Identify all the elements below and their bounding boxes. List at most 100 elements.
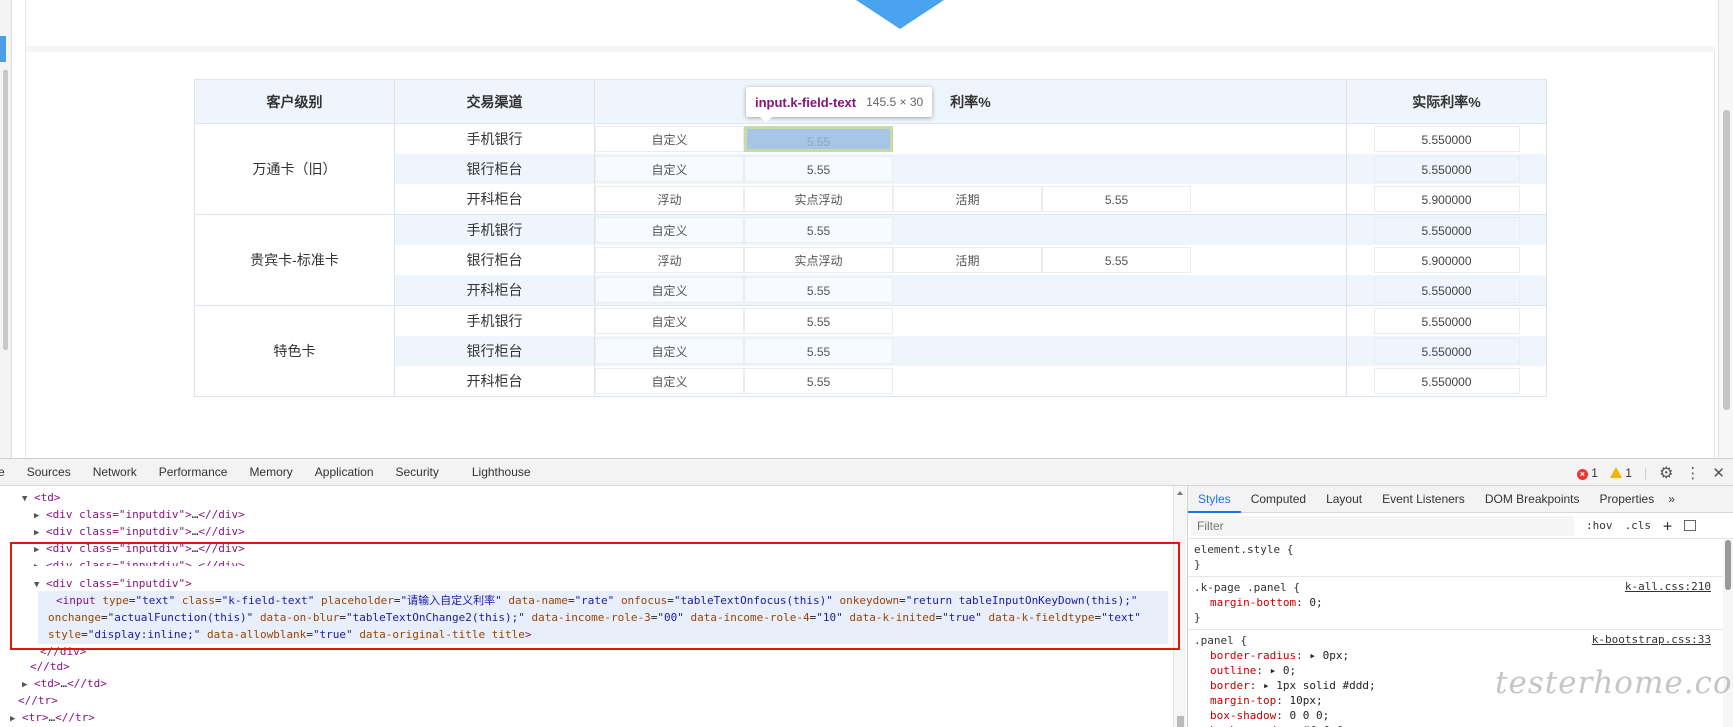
- rate-type-field[interactable]: 自定义: [595, 217, 744, 243]
- rate-value-field[interactable]: 5.55: [744, 156, 893, 182]
- element-style-rule: element.style { }: [1188, 539, 1733, 577]
- tab-dom-breakpoints[interactable]: DOM Breakpoints: [1475, 486, 1590, 513]
- dom-node-inputdiv-collapsed[interactable]: ▶ <div class="inputdiv">…<//div>: [34, 506, 245, 523]
- actual-rate-field[interactable]: 5.550000: [1373, 156, 1520, 182]
- tab-memory[interactable]: Memory: [238, 465, 303, 479]
- hov-button[interactable]: :hov: [1586, 519, 1613, 532]
- tab-styles[interactable]: Styles: [1188, 486, 1241, 513]
- rate-type-field[interactable]: 浮动: [595, 247, 744, 273]
- tab-computed[interactable]: Computed: [1241, 486, 1316, 513]
- actual-rate-field[interactable]: 5.900000: [1373, 186, 1520, 212]
- page-scrollbar-thumb[interactable]: [1723, 110, 1730, 410]
- toolbar-divider: |: [1643, 465, 1648, 480]
- rate-type-field[interactable]: 自定义: [595, 368, 744, 394]
- rate-extra-field[interactable]: 5.55: [1042, 247, 1191, 273]
- channel-cell: 手机银行: [394, 214, 595, 245]
- rate-type-field[interactable]: 自定义: [595, 338, 744, 364]
- tab-elements[interactable]: e: [0, 465, 16, 479]
- style-declaration[interactable]: border-radius: ▸ 0px;: [1194, 648, 1729, 663]
- cls-button[interactable]: .cls: [1625, 519, 1652, 532]
- tab-performance[interactable]: Performance: [148, 465, 239, 479]
- rate-type-field[interactable]: 浮动: [595, 186, 744, 212]
- rate-value-field[interactable]: 5.55: [744, 277, 893, 303]
- collapse-triangle-icon[interactable]: ▶: [10, 711, 22, 727]
- actual-rate-field[interactable]: 5.550000: [1373, 368, 1520, 394]
- actual-rate-field[interactable]: 5.550000: [1373, 217, 1520, 243]
- scroll-up-arrow-icon[interactable]: [1177, 491, 1183, 495]
- rule-source-link[interactable]: k-all.css:210: [1625, 580, 1711, 593]
- tab-network[interactable]: Network: [82, 465, 148, 479]
- styles-scrollbar-thumb[interactable]: [1725, 540, 1731, 590]
- channel-cell: 开科柜台: [394, 275, 595, 306]
- dom-node-td-close[interactable]: <//td>: [30, 658, 70, 675]
- actual-rate-field[interactable]: 5.550000: [1373, 126, 1520, 152]
- tag-name: /tr: [31, 694, 52, 707]
- rate-cell: 浮动 实点浮动 活期 5.55: [594, 184, 1347, 215]
- tag-name: /tr: [68, 711, 89, 724]
- rate-type-field[interactable]: 自定义: [595, 156, 744, 182]
- rate-input-highlighted[interactable]: 5.55: [744, 126, 893, 152]
- expand-triangle-icon[interactable]: ▼: [22, 491, 34, 508]
- style-declaration[interactable]: margin-bottom: 0;: [1194, 595, 1729, 610]
- rate-value-field[interactable]: 实点浮动: [744, 186, 893, 212]
- actual-rate-field[interactable]: 5.900000: [1373, 247, 1520, 273]
- tag-name: /td: [43, 660, 64, 673]
- rate-value-field[interactable]: 5.55: [744, 308, 893, 334]
- rate-type-field[interactable]: 自定义: [595, 277, 744, 303]
- customer-level-cell: 特色卡: [194, 305, 395, 397]
- tab-lighthouse[interactable]: Lighthouse: [450, 465, 542, 479]
- tab-sources[interactable]: Sources: [16, 465, 82, 479]
- add-rule-icon[interactable]: +: [1663, 517, 1672, 535]
- styles-filter-input[interactable]: [1191, 515, 1574, 536]
- property-name: margin-bottom: [1210, 596, 1297, 609]
- rate-base-field[interactable]: 活期: [893, 186, 1042, 212]
- property-name: border: [1210, 679, 1250, 692]
- rate-cell: 自定义 5.55: [594, 214, 1347, 245]
- more-options-icon[interactable]: ⋮: [1685, 464, 1700, 482]
- style-declaration[interactable]: background: ▸ #fafafa;: [1194, 723, 1729, 727]
- rate-type-field[interactable]: 自定义: [595, 126, 744, 152]
- style-declaration[interactable]: box-shadow: 0 0 0;: [1194, 708, 1729, 723]
- rate-type-field[interactable]: 自定义: [595, 308, 744, 334]
- dom-node-inputdiv-collapsed[interactable]: ▶ <div class="inputdiv">…<//div>: [34, 523, 245, 540]
- tooltip-arrow: [760, 117, 772, 123]
- rate-base-field[interactable]: 活期: [893, 247, 1042, 273]
- dom-node-td[interactable]: ▼ <td>: [22, 489, 61, 506]
- colon: :: [1256, 664, 1270, 677]
- tab-properties[interactable]: Properties: [1590, 486, 1665, 513]
- table-row: 万通卡（旧） 手机银行 自定义 5.55 5.550000: [194, 123, 1547, 215]
- rate-inputs: 自定义 5.55: [595, 275, 1346, 305]
- rate-value-field[interactable]: 5.55: [744, 368, 893, 394]
- tag-name: td: [40, 677, 54, 690]
- error-counter[interactable]: × 1: [1576, 466, 1598, 480]
- close-devtools-icon[interactable]: ✕: [1712, 464, 1725, 482]
- dom-node-td-collapsed[interactable]: ▶ <td>…<//td>: [22, 675, 107, 692]
- rate-value-field[interactable]: 5.55: [744, 217, 893, 243]
- rate-base-field: [893, 308, 1042, 334]
- dom-node-tr-close[interactable]: <//tr>: [18, 692, 58, 709]
- actual-rate-field[interactable]: 5.550000: [1373, 308, 1520, 334]
- toggle-sidebar-icon[interactable]: [1684, 520, 1697, 531]
- table-row: 银行柜台 浮动 实点浮动 活期 5.55 5.900000: [195, 245, 1547, 275]
- tab-application[interactable]: Application: [304, 465, 385, 479]
- rate-extra-field[interactable]: 5.55: [1042, 186, 1191, 212]
- rule-source-link[interactable]: k-bootstrap.css:33: [1592, 633, 1711, 646]
- elements-scrollbar-thumb[interactable]: [1177, 716, 1184, 727]
- rate-value-field[interactable]: 实点浮动: [744, 247, 893, 273]
- tab-event-listeners[interactable]: Event Listeners: [1372, 486, 1475, 513]
- left-scrollbar[interactable]: [3, 70, 8, 350]
- page-scrollbar[interactable]: [1718, 0, 1733, 458]
- property-name: margin-top: [1210, 694, 1277, 707]
- rate-base-field: [893, 156, 1042, 182]
- rate-extra-field: [1042, 126, 1191, 152]
- dom-node-tr-collapsed[interactable]: ▶ <tr>…<//tr>: [10, 709, 95, 726]
- actual-rate-field[interactable]: 5.550000: [1373, 277, 1520, 303]
- more-tabs-icon[interactable]: »: [1664, 486, 1679, 513]
- header-channel: 交易渠道: [394, 79, 595, 124]
- actual-rate-field[interactable]: 5.550000: [1373, 338, 1520, 364]
- warning-counter[interactable]: 1: [1609, 466, 1632, 480]
- settings-icon[interactable]: ⚙: [1659, 463, 1673, 483]
- tab-layout[interactable]: Layout: [1316, 486, 1372, 513]
- tab-security[interactable]: Security: [385, 465, 450, 479]
- rate-value-field[interactable]: 5.55: [744, 338, 893, 364]
